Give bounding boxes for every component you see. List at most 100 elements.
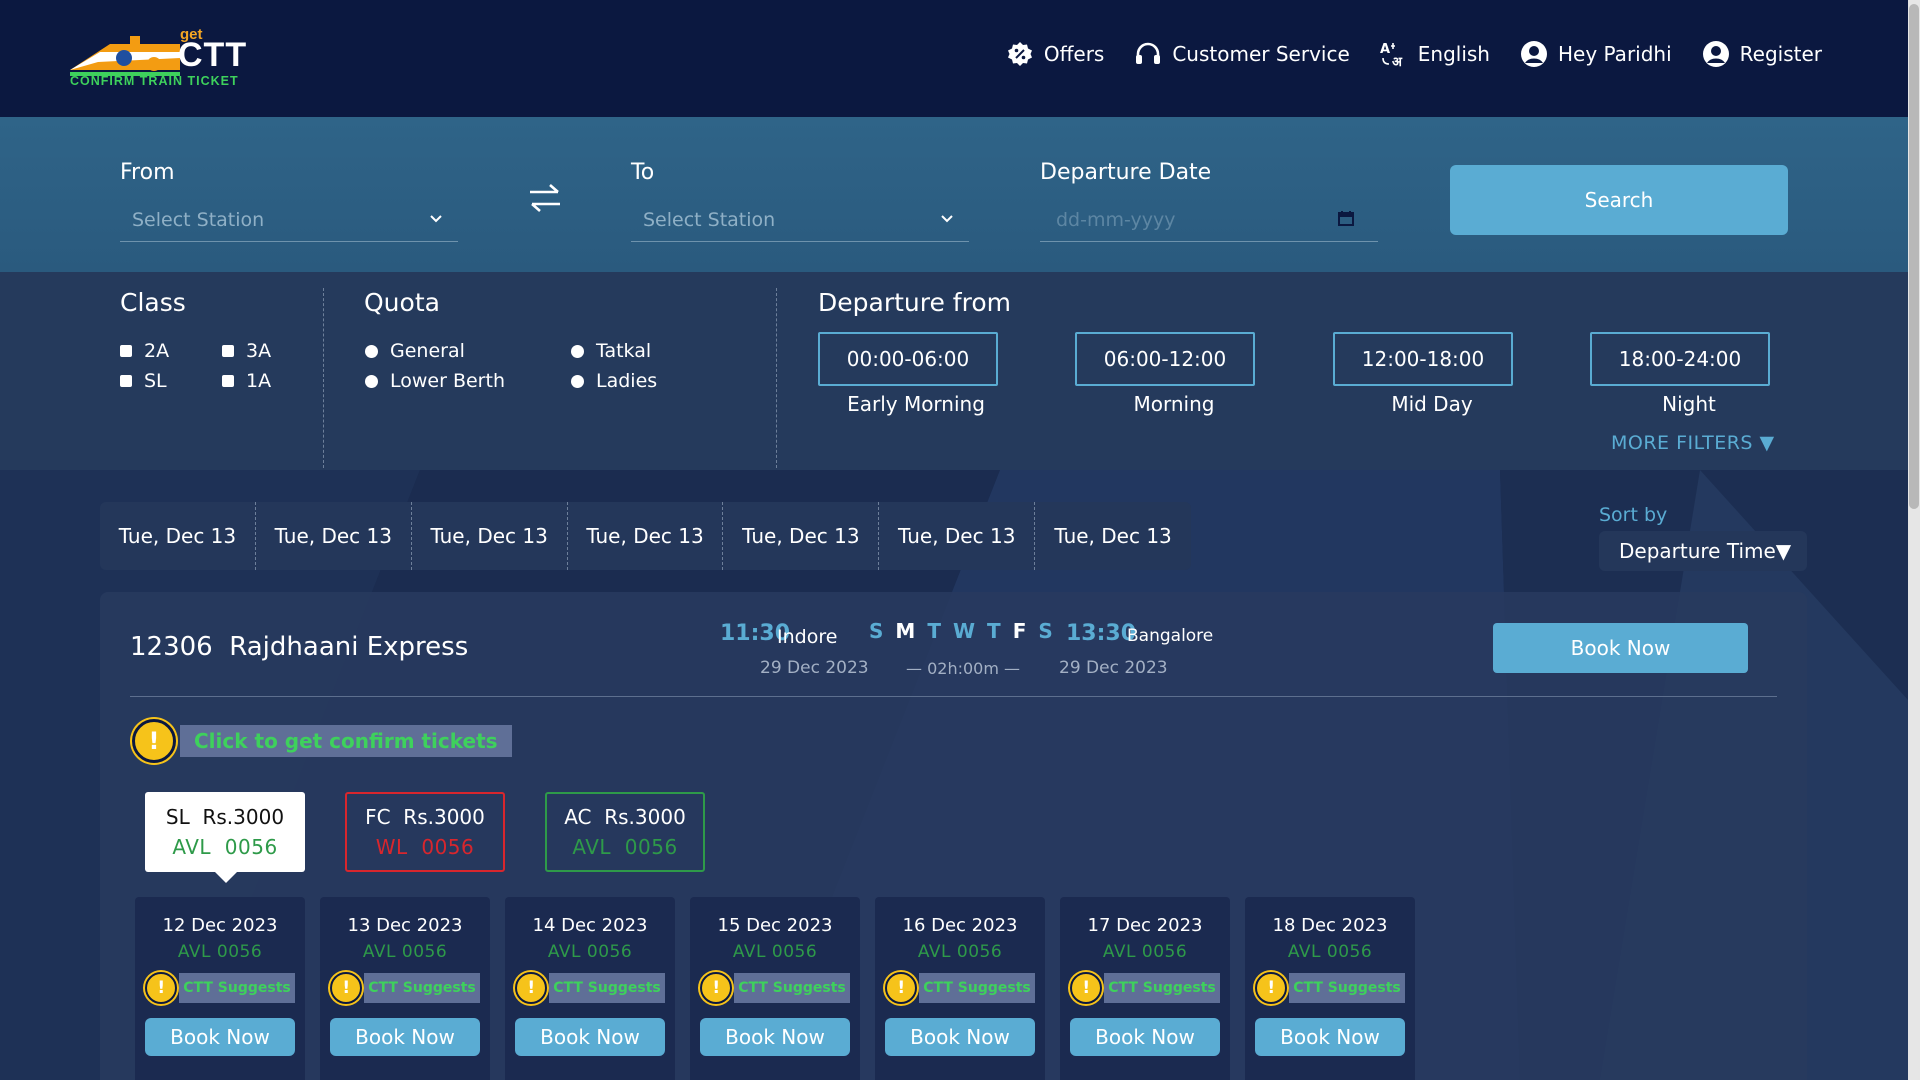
quota-radio-tatkal[interactable]: Tatkal bbox=[571, 340, 651, 362]
class-checkbox-3a[interactable]: 3A bbox=[222, 340, 271, 362]
book-now-button[interactable]: Book Now bbox=[515, 1018, 665, 1056]
ctt-suggests-badge[interactable]: ! CTT Suggests bbox=[885, 972, 1035, 1004]
sort-by-label: Sort by bbox=[1599, 504, 1668, 526]
to-station-select[interactable]: Select Station bbox=[631, 198, 969, 242]
date-tab[interactable]: Tue, Dec 13 bbox=[568, 502, 724, 570]
availability-date: 18 Dec 2023 bbox=[1272, 915, 1388, 936]
book-now-button[interactable]: Book Now bbox=[330, 1018, 480, 1056]
radio[interactable] bbox=[571, 374, 584, 388]
warning-icon: ! bbox=[132, 719, 176, 763]
nav-customer-service[interactable]: Customer Service bbox=[1134, 40, 1350, 68]
class-card-sl[interactable]: SL Rs.3000 AVL 0056 bbox=[145, 792, 305, 872]
class-status-line: WL 0056 bbox=[376, 835, 475, 859]
class-card-ac[interactable]: AC Rs.3000 AVL 0056 bbox=[545, 792, 705, 872]
time-slot-night[interactable]: 18:00-24:00 bbox=[1590, 332, 1770, 386]
date-tab[interactable]: Tue, Dec 13 bbox=[256, 502, 412, 570]
svg-text:अ: अ bbox=[1392, 55, 1403, 68]
ctt-suggests-badge[interactable]: ! CTT Suggests bbox=[1255, 972, 1405, 1004]
departure-date-input[interactable]: dd-mm-yyyy bbox=[1040, 198, 1378, 242]
checkbox[interactable] bbox=[222, 345, 234, 357]
ctt-logo[interactable]: get CTT CONFIRM TRAIN TICKET bbox=[70, 26, 250, 92]
sort-by-select[interactable]: Departure Time▼ bbox=[1599, 531, 1807, 571]
ctt-suggests-badge[interactable]: ! CTT Suggests bbox=[1070, 972, 1220, 1004]
date-tab[interactable]: Tue, Dec 13 bbox=[412, 502, 568, 570]
scrollbar-thumb[interactable] bbox=[1909, 4, 1919, 509]
checkbox[interactable] bbox=[222, 375, 234, 387]
class-status: AVL bbox=[172, 835, 212, 859]
availability-day-card: 14 Dec 2023 AVL 0056 ! CTT Suggests Book … bbox=[505, 897, 675, 1080]
header-nav: Offers Customer Service Aअ English Hey P… bbox=[1006, 40, 1822, 68]
class-option-label: 2A bbox=[144, 340, 170, 362]
book-now-button[interactable]: Book Now bbox=[1070, 1018, 1220, 1056]
book-now-button[interactable]: Book Now bbox=[885, 1018, 1035, 1056]
nav-profile[interactable]: Hey Paridhi bbox=[1520, 40, 1672, 68]
nav-offers[interactable]: Offers bbox=[1006, 40, 1104, 68]
train-name: Rajdhaani Express bbox=[229, 632, 469, 662]
warning-icon: ! bbox=[515, 972, 548, 1004]
class-checkbox-2a[interactable]: 2A bbox=[120, 340, 169, 362]
time-slot-mid-day[interactable]: 12:00-18:00 bbox=[1333, 332, 1513, 386]
class-checkbox-1a[interactable]: 1A bbox=[222, 370, 271, 392]
confirm-tickets-link[interactable]: Click to get confirm tickets bbox=[180, 725, 512, 757]
availability-status: AVL 0056 bbox=[732, 942, 818, 962]
ctt-suggests-badge[interactable]: ! CTT Suggests bbox=[700, 972, 850, 1004]
class-checkbox-sl[interactable]: SL bbox=[120, 370, 167, 392]
day-letter: M bbox=[895, 619, 916, 643]
nav-register[interactable]: Register bbox=[1702, 40, 1822, 68]
arrival-station: Bangalore bbox=[1127, 626, 1214, 646]
from-station-select[interactable]: Select Station bbox=[120, 198, 458, 242]
checkbox[interactable] bbox=[120, 345, 132, 357]
class-price: Rs.3000 bbox=[403, 805, 485, 829]
ctt-suggests-badge[interactable]: ! CTT Suggests bbox=[330, 972, 480, 1004]
departure-from-title: Departure from bbox=[818, 288, 1011, 317]
train-title: 12306 Rajdhaani Express bbox=[130, 632, 468, 662]
quota-radio-ladies[interactable]: Ladies bbox=[571, 370, 657, 392]
class-seat-count: 0056 bbox=[421, 835, 475, 859]
ctt-suggests-badge[interactable]: ! CTT Suggests bbox=[145, 972, 295, 1004]
time-slot-caption: Early Morning bbox=[847, 392, 985, 416]
ctt-suggests-label: CTT Suggests bbox=[919, 973, 1035, 1003]
availability-date: 12 Dec 2023 bbox=[162, 915, 278, 936]
book-now-button[interactable]: Book Now bbox=[145, 1018, 295, 1056]
checkbox[interactable] bbox=[120, 375, 132, 387]
ctt-suggests-badge[interactable]: ! CTT Suggests bbox=[515, 972, 665, 1004]
date-tab[interactable]: Tue, Dec 13 bbox=[879, 502, 1036, 570]
time-slot-morning[interactable]: 06:00-12:00 bbox=[1075, 332, 1255, 386]
availability-day-card: 17 Dec 2023 AVL 0056 ! CTT Suggests Book … bbox=[1060, 897, 1230, 1080]
availability-status: AVL 0056 bbox=[1287, 942, 1373, 962]
train-number: 12306 bbox=[130, 632, 213, 662]
time-slot-caption: Morning bbox=[1133, 392, 1215, 416]
page-scrollbar[interactable] bbox=[1908, 0, 1920, 1080]
journey-duration: — 02h:00m — bbox=[906, 659, 1021, 678]
time-slot-early-morning[interactable]: 00:00-06:00 bbox=[818, 332, 998, 386]
availability-status: AVL 0056 bbox=[1102, 942, 1188, 962]
quota-option-label: General bbox=[390, 340, 465, 362]
more-filters-link[interactable]: MORE FILTERS ▼ bbox=[1611, 432, 1775, 454]
quota-radio-lower-berth[interactable]: Lower Berth bbox=[365, 370, 505, 392]
swap-stations-icon[interactable] bbox=[528, 183, 562, 213]
search-button[interactable]: Search bbox=[1450, 165, 1788, 235]
calendar-icon[interactable] bbox=[1338, 210, 1354, 226]
book-now-button[interactable]: Book Now bbox=[700, 1018, 850, 1056]
chevron-down-icon bbox=[430, 215, 442, 223]
ctt-suggest-banner[interactable]: ! Click to get confirm tickets bbox=[132, 719, 512, 763]
nav-language[interactable]: Aअ English bbox=[1380, 40, 1490, 68]
book-now-button[interactable]: Book Now bbox=[1493, 623, 1748, 673]
logo-tagline: CONFIRM TRAIN TICKET bbox=[70, 74, 239, 88]
radio[interactable] bbox=[571, 344, 584, 358]
availability-status: AVL 0056 bbox=[362, 942, 448, 962]
date-tab[interactable]: Tue, Dec 13 bbox=[723, 502, 880, 570]
date-tab[interactable]: Tue, Dec 13 bbox=[100, 502, 256, 570]
radio[interactable] bbox=[365, 344, 378, 358]
class-status-line: AVL 0056 bbox=[172, 835, 277, 859]
ctt-suggests-label: CTT Suggests bbox=[179, 973, 295, 1003]
quota-radio-general[interactable]: General bbox=[365, 340, 465, 362]
class-card-fc[interactable]: FC Rs.3000 WL 0056 bbox=[345, 792, 505, 872]
date-tab[interactable]: Tue, Dec 13 bbox=[1035, 502, 1191, 570]
book-now-button[interactable]: Book Now bbox=[1255, 1018, 1405, 1056]
translate-icon: Aअ bbox=[1380, 40, 1408, 68]
to-placeholder: Select Station bbox=[643, 208, 776, 231]
svg-text:A: A bbox=[1380, 42, 1390, 57]
time-slot-caption: Night bbox=[1662, 392, 1716, 416]
radio[interactable] bbox=[365, 374, 378, 388]
